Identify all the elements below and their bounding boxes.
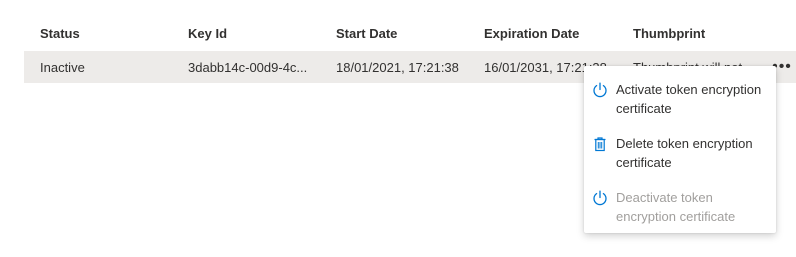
- column-header-key-id[interactable]: Key Id: [188, 16, 320, 50]
- column-header-thumbprint[interactable]: Thumbprint: [633, 16, 766, 50]
- certificates-page: Status Key Id Start Date Expiration Date…: [0, 0, 796, 257]
- menu-item-label: Deactivate token encryption certificate: [616, 190, 736, 224]
- activate-certificate-menu-item[interactable]: Activate token encryption certificate: [584, 78, 776, 124]
- power-icon: [592, 82, 608, 98]
- column-header-status[interactable]: Status: [40, 16, 172, 50]
- cell-key-id: 3dabb14c-00d9-4c...: [188, 59, 308, 75]
- column-header-expiration-date[interactable]: Expiration Date: [484, 16, 616, 50]
- deactivate-certificate-menu-item[interactable]: Deactivate token encryption certificate: [584, 186, 776, 232]
- menu-item-label: Delete token encryption certificate: [616, 136, 753, 170]
- trash-icon: [592, 136, 608, 152]
- table-header: Status Key Id Start Date Expiration Date…: [24, 16, 796, 50]
- cell-status: Inactive: [40, 59, 85, 75]
- context-menu: Activate token encryption certificate De…: [584, 66, 776, 233]
- column-header-start-date[interactable]: Start Date: [336, 16, 468, 50]
- cell-start-date: 18/01/2021, 17:21:38: [336, 59, 459, 75]
- delete-certificate-menu-item[interactable]: Delete token encryption certificate: [584, 132, 776, 178]
- menu-item-label: Activate token encryption certificate: [616, 82, 762, 116]
- power-icon: [592, 190, 608, 206]
